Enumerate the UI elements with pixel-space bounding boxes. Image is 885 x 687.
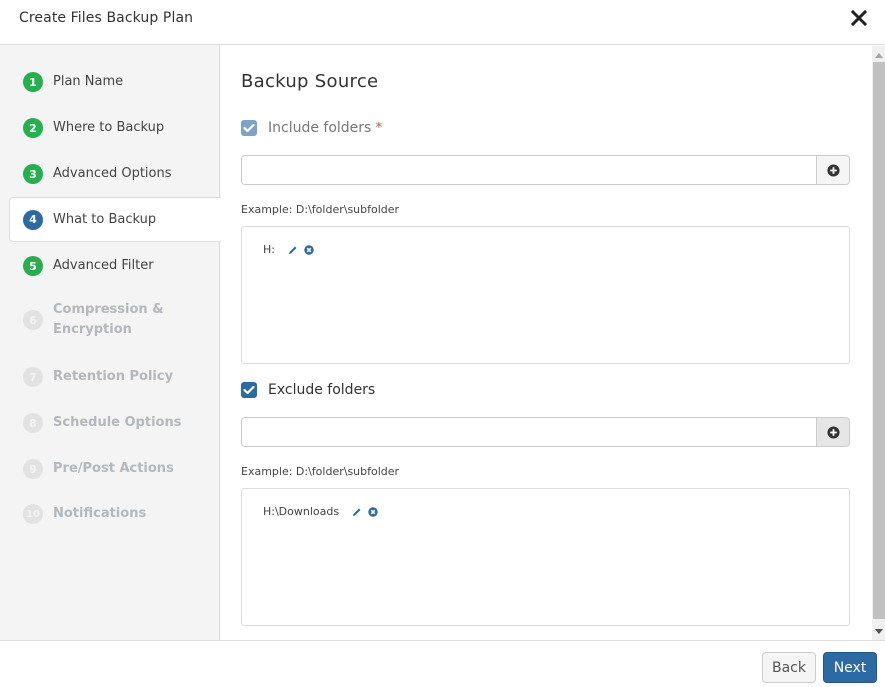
step-label: Pre/Post Actions bbox=[53, 461, 174, 476]
step-what-to-backup[interactable]: 4 What to Backup bbox=[9, 197, 221, 242]
pencil-icon bbox=[288, 246, 297, 254]
back-button[interactable]: Back bbox=[762, 652, 816, 683]
step-number-badge: 5 bbox=[23, 256, 43, 276]
step-pre-post-actions: 9 Pre/Post Actions bbox=[0, 447, 220, 491]
include-folders-checkbox[interactable] bbox=[241, 120, 257, 136]
step-retention-policy: 7 Retention Policy bbox=[0, 355, 220, 399]
folder-path: H:\Downloads bbox=[263, 505, 340, 518]
step-label: Plan Name bbox=[53, 74, 124, 89]
include-folders-label-text: Include folders bbox=[268, 120, 372, 136]
step-number-badge: 4 bbox=[23, 209, 43, 230]
include-folders-list: H: bbox=[241, 226, 850, 364]
remove-circle-icon bbox=[368, 506, 378, 517]
step-number-badge: 10 bbox=[23, 504, 43, 524]
wizard-steps-sidebar: 1 Plan Name 2 Where to Backup 3 Advanced… bbox=[0, 45, 221, 640]
include-folder-input-group bbox=[241, 155, 850, 185]
include-folder-input[interactable] bbox=[241, 155, 816, 185]
step-label: Retention Policy bbox=[53, 369, 174, 384]
step-number-badge: 8 bbox=[23, 413, 43, 433]
scrollbar-thumb[interactable] bbox=[873, 62, 885, 619]
exclude-folders-label: Exclude folders bbox=[268, 382, 376, 398]
edit-folder-button[interactable] bbox=[288, 245, 298, 255]
exclude-folders-checkbox-row[interactable]: Exclude folders bbox=[241, 382, 375, 398]
edit-folder-button[interactable] bbox=[352, 507, 362, 517]
add-include-folder-button[interactable] bbox=[816, 155, 850, 185]
close-icon bbox=[850, 9, 868, 27]
step-label: Where to Backup bbox=[53, 120, 165, 135]
scroll-down-button[interactable] bbox=[872, 624, 885, 638]
arrow-up-icon bbox=[874, 52, 883, 58]
vertical-scrollbar[interactable] bbox=[872, 46, 885, 640]
step-number-badge: 7 bbox=[23, 367, 43, 387]
plus-circle-icon bbox=[826, 163, 840, 177]
remove-folder-button[interactable] bbox=[304, 244, 314, 255]
add-exclude-folder-button[interactable] bbox=[816, 417, 850, 447]
pencil-icon bbox=[353, 508, 361, 516]
step-label: Compression & Encryption bbox=[53, 302, 164, 337]
include-folders-label: Include folders * bbox=[268, 120, 382, 136]
exclude-folder-input[interactable] bbox=[241, 417, 816, 447]
dialog-header: Create Files Backup Plan bbox=[0, 0, 885, 45]
remove-folder-button[interactable] bbox=[368, 506, 378, 517]
scroll-up-button[interactable] bbox=[872, 48, 885, 62]
step-number-badge: 9 bbox=[23, 459, 43, 479]
include-folders-checkbox-row[interactable]: Include folders * bbox=[241, 120, 382, 136]
step-where-to-backup[interactable]: 2 Where to Backup bbox=[0, 106, 220, 150]
step-number-badge: 2 bbox=[23, 118, 43, 138]
step-notifications: 10 Notifications bbox=[0, 492, 220, 536]
plus-circle-icon bbox=[826, 425, 840, 439]
close-button[interactable] bbox=[849, 8, 869, 28]
section-title: Backup Source bbox=[241, 71, 379, 92]
step-number-badge: 6 bbox=[23, 310, 43, 330]
step-label: Advanced Filter bbox=[53, 258, 154, 273]
step-advanced-filter[interactable]: 5 Advanced Filter bbox=[0, 244, 220, 288]
step-label: Schedule Options bbox=[53, 415, 182, 430]
step-plan-name[interactable]: 1 Plan Name bbox=[0, 60, 220, 104]
list-item: H:\Downloads bbox=[263, 505, 378, 518]
exclude-folders-list: H:\Downloads bbox=[241, 488, 850, 626]
exclude-folder-input-group bbox=[241, 417, 850, 447]
next-button[interactable]: Next bbox=[823, 652, 877, 683]
list-item: H: bbox=[263, 243, 314, 256]
folder-path: H: bbox=[263, 243, 275, 256]
include-folder-hint: Example: D:\folder\subfolder bbox=[241, 203, 400, 216]
step-schedule-options: 8 Schedule Options bbox=[0, 401, 220, 445]
checkmark-icon bbox=[243, 385, 255, 395]
checkmark-icon bbox=[243, 123, 255, 133]
step-number-badge: 3 bbox=[23, 164, 43, 184]
step-advanced-options[interactable]: 3 Advanced Options bbox=[0, 152, 220, 196]
exclude-folder-hint: Example: D:\folder\subfolder bbox=[241, 465, 400, 478]
backup-source-panel: Backup Source Include folders * Example: … bbox=[221, 46, 872, 640]
step-number-badge: 1 bbox=[23, 72, 43, 92]
step-compression-encryption: 6 Compression & Encryption bbox=[0, 297, 220, 343]
exclude-folders-checkbox[interactable] bbox=[241, 382, 257, 398]
remove-circle-icon bbox=[304, 244, 314, 255]
dialog-footer: Back Next bbox=[0, 640, 885, 687]
step-label: Notifications bbox=[53, 506, 147, 521]
dialog-title: Create Files Backup Plan bbox=[19, 10, 194, 26]
step-label: Advanced Options bbox=[53, 166, 172, 181]
required-mark: * bbox=[375, 120, 383, 136]
step-label: What to Backup bbox=[53, 211, 157, 227]
arrow-down-icon bbox=[874, 628, 883, 634]
